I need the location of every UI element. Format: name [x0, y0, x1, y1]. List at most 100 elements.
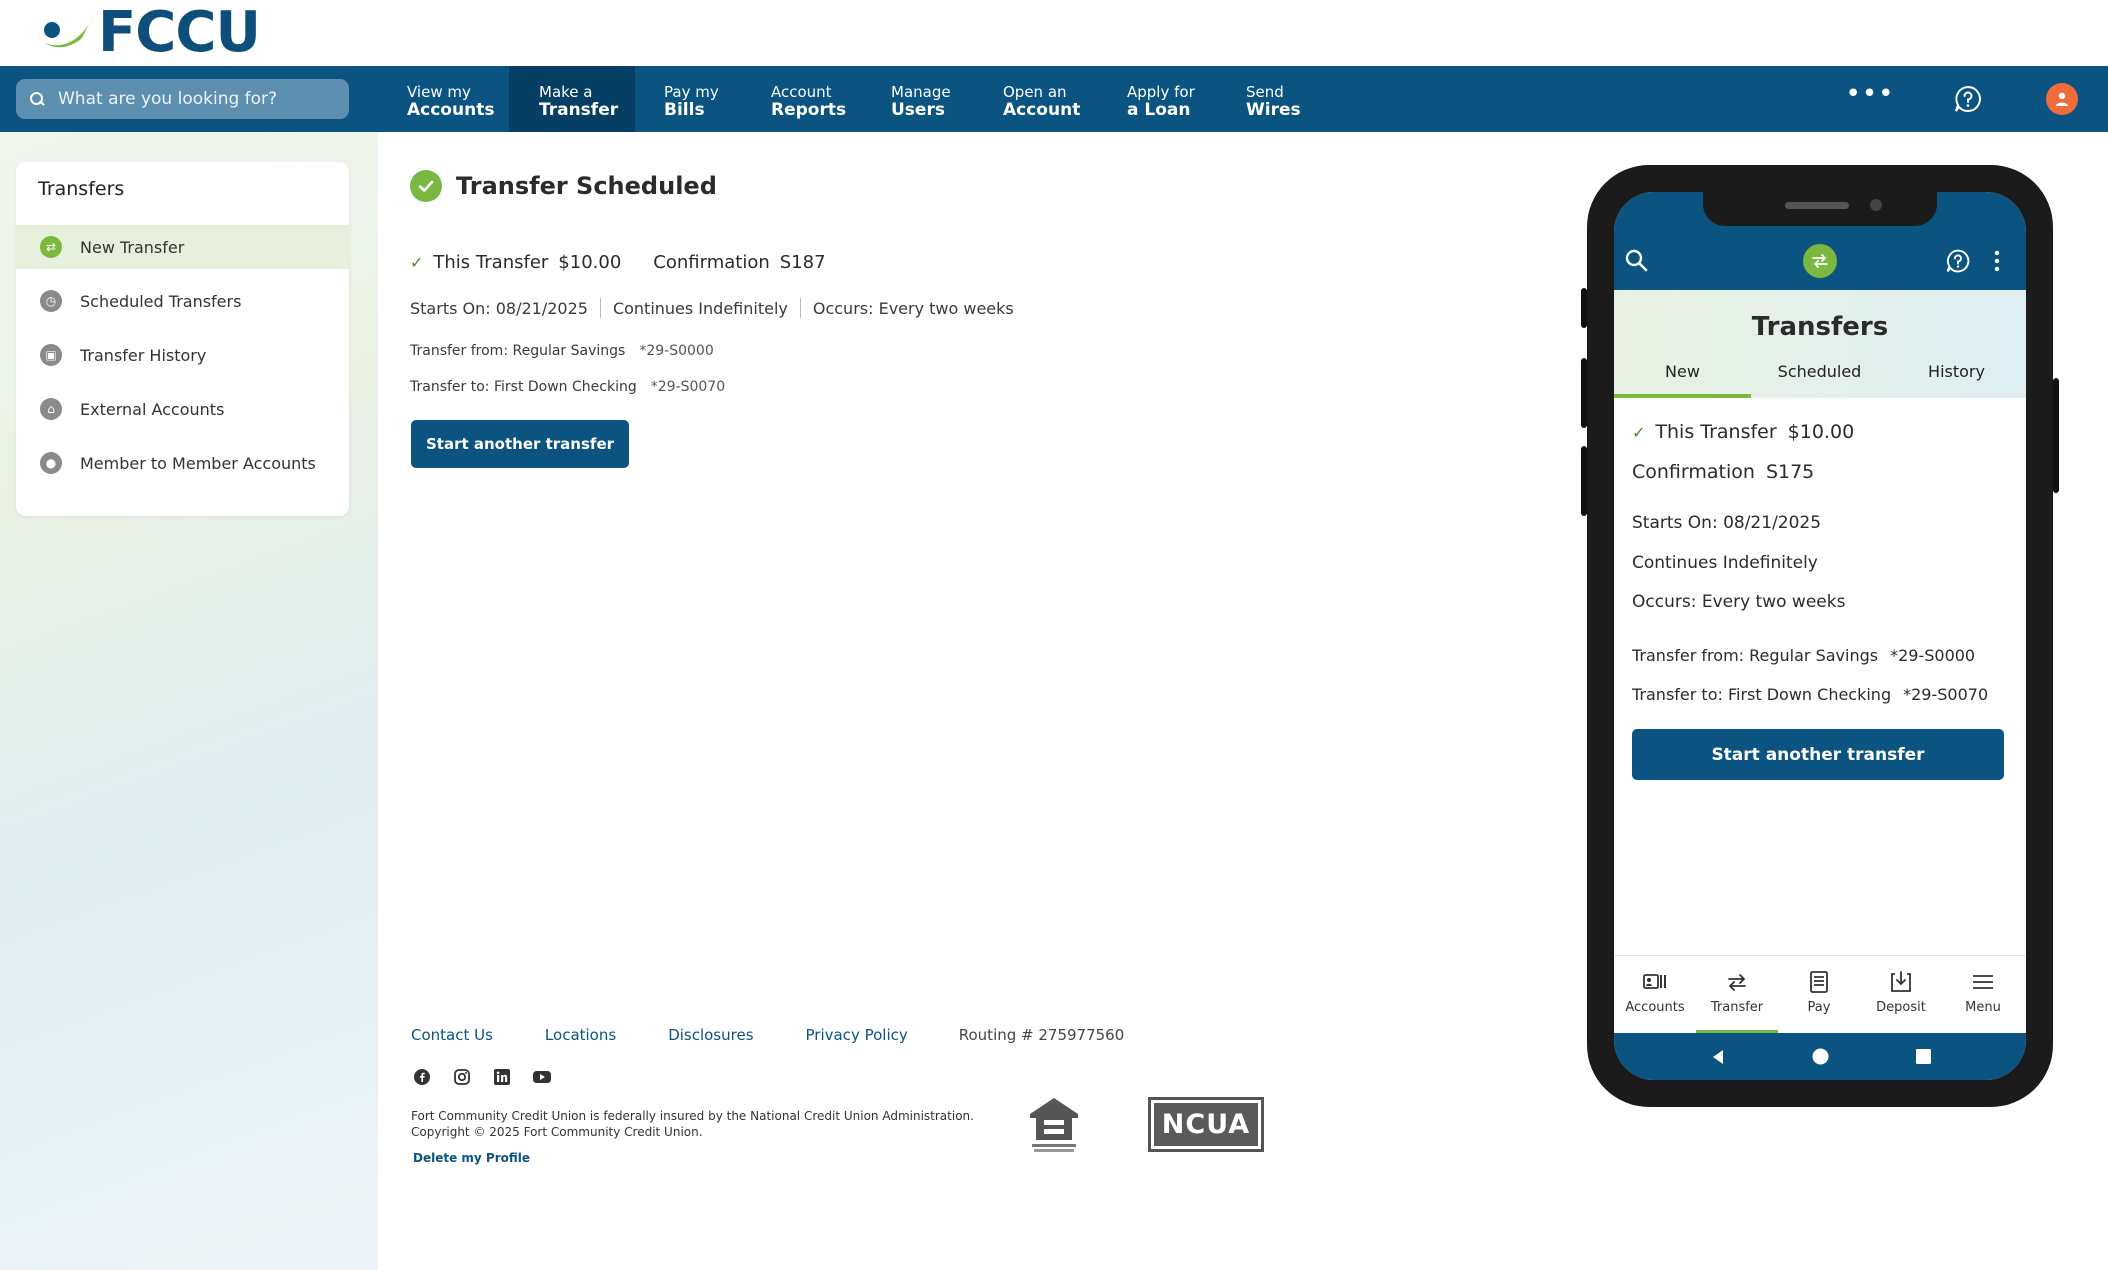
phone-system-bar [1614, 1033, 2026, 1080]
phone-tabs-section: Transfers New Scheduled History [1614, 290, 2026, 398]
phone-tab-scheduled[interactable]: Scheduled [1751, 362, 1888, 398]
main-navigation: View my Accounts Make a Transfer Pay my … [0, 66, 2108, 132]
sidebar-item-member-to-member[interactable]: ● Member to Member Accounts [16, 441, 349, 485]
nav-label-line2: Users [891, 100, 945, 120]
sidebar-item-label: Scheduled Transfers [80, 291, 242, 311]
transfer-amount: $10.00 [558, 252, 622, 273]
disclosures-link[interactable]: Disclosures [668, 1026, 753, 1044]
facebook-icon[interactable] [413, 1068, 431, 1086]
phone-help-chat-icon[interactable] [1945, 248, 1971, 274]
profile-button[interactable] [2044, 66, 2080, 132]
start-another-transfer-button[interactable]: Start another transfer [411, 420, 629, 468]
phone-occurs: Occurs: Every two weeks [1632, 592, 1846, 612]
nav-apply-loan[interactable]: Apply for a Loan [1127, 66, 1217, 132]
members-icon: ● [40, 452, 62, 474]
search-icon [30, 92, 44, 106]
contact-us-link[interactable]: Contact Us [411, 1026, 493, 1044]
locations-link[interactable]: Locations [545, 1026, 616, 1044]
phone-speaker [1785, 202, 1849, 209]
nav-label-line2: Accounts [407, 100, 495, 120]
nav-manage-users[interactable]: Manage Users [891, 66, 971, 132]
success-check-icon [410, 170, 442, 202]
help-chat-button[interactable] [1948, 66, 1988, 132]
divider [799, 298, 801, 318]
nav-pay-bills[interactable]: Pay my Bills [664, 66, 744, 132]
sidebar-item-label: External Accounts [80, 399, 225, 419]
linkedin-icon[interactable] [493, 1068, 511, 1086]
fccu-logo[interactable]: FCCU [34, 5, 261, 61]
nav-label-line1: Account [771, 83, 832, 101]
nav-label-line1: Send [1246, 83, 1284, 101]
equal-housing-opportunity-icon [1026, 1096, 1082, 1154]
phone-nav-transfer[interactable]: Transfer [1696, 956, 1778, 1034]
occurs: Occurs: Every two weeks [812, 298, 1014, 318]
sidebar-item-transfer-history[interactable]: ▣ Transfer History [16, 333, 349, 377]
phone-nav-menu[interactable]: Menu [1942, 956, 2024, 1034]
phone-tab-new[interactable]: New [1614, 362, 1751, 398]
nav-label-line2: Reports [771, 100, 847, 120]
sidebar-item-scheduled-transfers[interactable]: ◷ Scheduled Transfers [16, 279, 349, 323]
legal-insured-text: Fort Community Credit Union is federally… [411, 1109, 974, 1123]
phone-nav-accounts[interactable]: Accounts [1614, 956, 1696, 1034]
phone-nav-label: Accounts [1625, 1000, 1685, 1015]
phone-screen: Transfers New Scheduled History ✓ This T… [1614, 192, 2026, 1080]
nav-open-account[interactable]: Open an Account [1003, 66, 1093, 132]
phone-transfer-from: Transfer from: Regular Savings *29-S0000 [1632, 646, 1975, 665]
system-home-icon[interactable] [1812, 1048, 1829, 1065]
phone-nav-pay[interactable]: Pay [1778, 956, 1860, 1034]
delete-profile-link[interactable]: Delete my Profile [413, 1151, 530, 1165]
phone-confirmation-label: Confirmation [1632, 461, 1755, 483]
nav-send-wires[interactable]: Send Wires [1246, 66, 1316, 132]
system-back-icon[interactable] [1710, 1049, 1726, 1065]
search-input[interactable] [58, 89, 328, 109]
more-menu-button[interactable]: ••• [1846, 66, 1894, 132]
youtube-icon[interactable] [533, 1068, 551, 1086]
sidebar-item-new-transfer[interactable]: ⇄ New Transfer [16, 225, 349, 269]
schedule-details: Starts On: 08/21/2025 Continues Indefini… [410, 298, 1014, 318]
nav-make-transfer[interactable]: Make a Transfer [509, 66, 635, 132]
phone-nav-deposit[interactable]: Deposit [1860, 956, 1942, 1034]
search-box[interactable] [16, 79, 349, 119]
this-transfer-label: This Transfer [433, 252, 549, 273]
nav-label-line1: Apply for [1127, 83, 1195, 101]
phone-notch [1703, 192, 1937, 226]
sidebar-item-external-accounts[interactable]: ⌂ External Accounts [16, 387, 349, 431]
nav-label-line1: Make a [539, 83, 593, 101]
legal-text: Fort Community Credit Union is federally… [411, 1108, 974, 1140]
phone-transfer-from-label: Transfer from: Regular Savings [1632, 646, 1879, 665]
phone-side-button [1581, 446, 1587, 516]
phone-search-icon[interactable] [1624, 248, 1650, 274]
transfer-to-account: *29-S0070 [650, 379, 726, 395]
divider [599, 298, 601, 318]
confirmation-header: Transfer Scheduled [410, 170, 717, 202]
ncua-badge: NCUA [1148, 1097, 1264, 1152]
phone-nav-label: Menu [1965, 1000, 2001, 1015]
phone-kebab-menu-icon[interactable] [1993, 249, 2001, 273]
bank-icon: ⌂ [40, 398, 62, 420]
phone-tab-history[interactable]: History [1888, 362, 2025, 398]
nav-account-reports[interactable]: Account Reports [771, 66, 861, 132]
phone-transfer-to-label: Transfer to: First Down Checking [1632, 685, 1892, 704]
phone-transfer-summary: ✓ This Transfer $10.00 [1632, 421, 1854, 443]
hamburger-menu-icon [1971, 970, 1995, 994]
confirmation-number: S187 [779, 252, 826, 273]
phone-nav-label: Transfer [1710, 1000, 1764, 1015]
social-links [413, 1068, 573, 1086]
bill-icon [1807, 970, 1831, 994]
nav-label-line2: Wires [1246, 100, 1301, 120]
phone-start-another-transfer-button[interactable]: Start another transfer [1632, 729, 2004, 780]
page-title: Transfer Scheduled [456, 172, 717, 200]
nav-view-accounts[interactable]: View my Accounts [407, 66, 507, 132]
system-recents-icon[interactable] [1916, 1049, 1931, 1064]
privacy-policy-link[interactable]: Privacy Policy [806, 1026, 908, 1044]
nav-label-line2: Account [1003, 100, 1081, 120]
nav-label-line1: View my [407, 83, 471, 101]
deposit-icon [1889, 970, 1913, 994]
transfer-icon: ⇄ [40, 236, 62, 258]
sidebar-item-label: Transfer History [80, 345, 207, 365]
phone-transfer-icon[interactable] [1803, 244, 1837, 278]
transfer-from: Transfer from: Regular Savings *29-S0000 [410, 343, 714, 359]
instagram-icon[interactable] [453, 1068, 471, 1086]
transfer-from-account: *29-S0000 [639, 343, 714, 359]
nav-label-line2: a Loan [1127, 100, 1191, 120]
